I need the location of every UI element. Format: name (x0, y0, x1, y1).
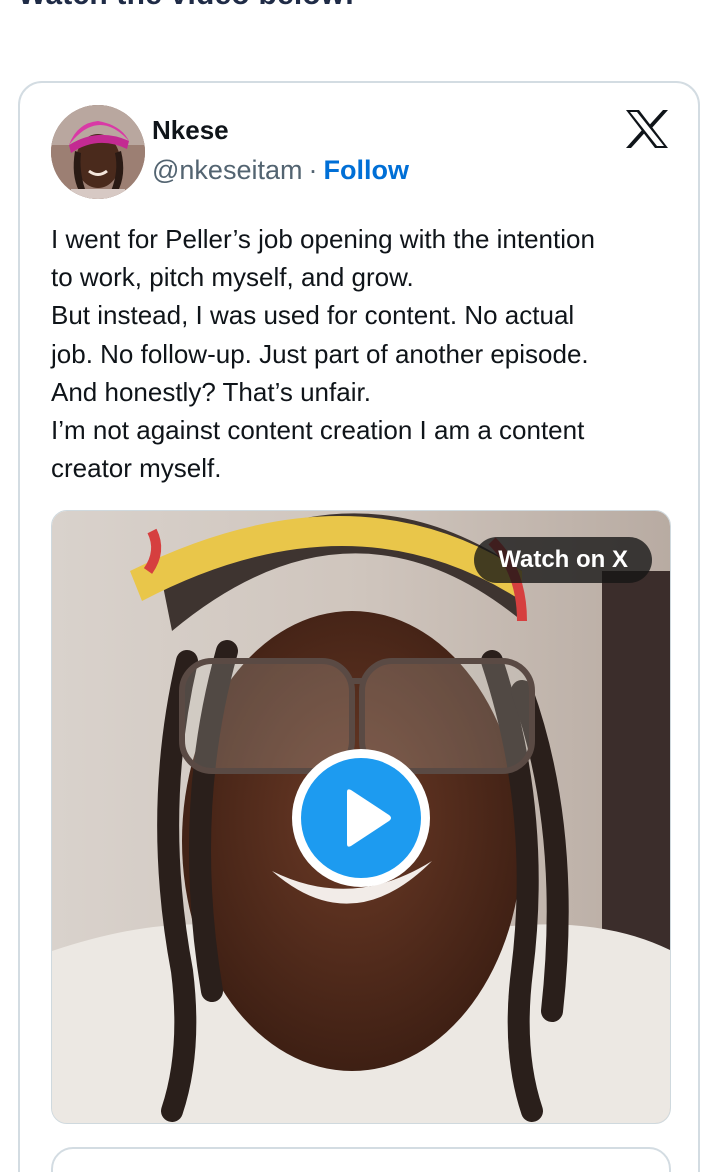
tweet-text: I went for Peller’s job opening with the… (51, 220, 671, 487)
article-heading: Watch the video below: (18, 0, 355, 12)
follow-link[interactable]: Follow (323, 155, 408, 185)
separator-dot: · (308, 155, 318, 185)
author-handle-row: @nkeseitam · Follow (152, 155, 409, 186)
author-name[interactable]: Nkese (152, 115, 229, 146)
video-player[interactable]: Watch on X (51, 510, 671, 1124)
next-embed-card[interactable] (51, 1147, 671, 1172)
tweet-text-line: And honestly? That’s unfair. (51, 376, 371, 407)
embedded-tweet-card[interactable]: Nkese @nkeseitam · Follow I went for Pelle… (18, 81, 700, 1172)
author-avatar[interactable] (51, 105, 145, 199)
tweet-text-line: job. No follow-up. Just part of another … (51, 338, 589, 369)
tweet-text-line: creator myself. (51, 453, 222, 484)
watch-on-x-button[interactable]: Watch on X (474, 537, 652, 583)
page: Watch the video below: Nkese @nkeseitam·… (0, 0, 707, 1172)
tweet-text-line: I went for Peller’s job opening with the… (51, 224, 595, 254)
play-icon (301, 758, 421, 878)
tweet-text-line: to work, pitch myself, and grow. (51, 262, 414, 293)
tweet-text-line: I’m not against content creation I am a … (51, 415, 585, 446)
play-button[interactable] (292, 749, 430, 887)
author-handle[interactable]: @nkeseitam (152, 155, 302, 185)
x-logo-icon[interactable] (624, 109, 670, 149)
tweet-text-line: But instead, I was used for content. No … (51, 300, 575, 331)
